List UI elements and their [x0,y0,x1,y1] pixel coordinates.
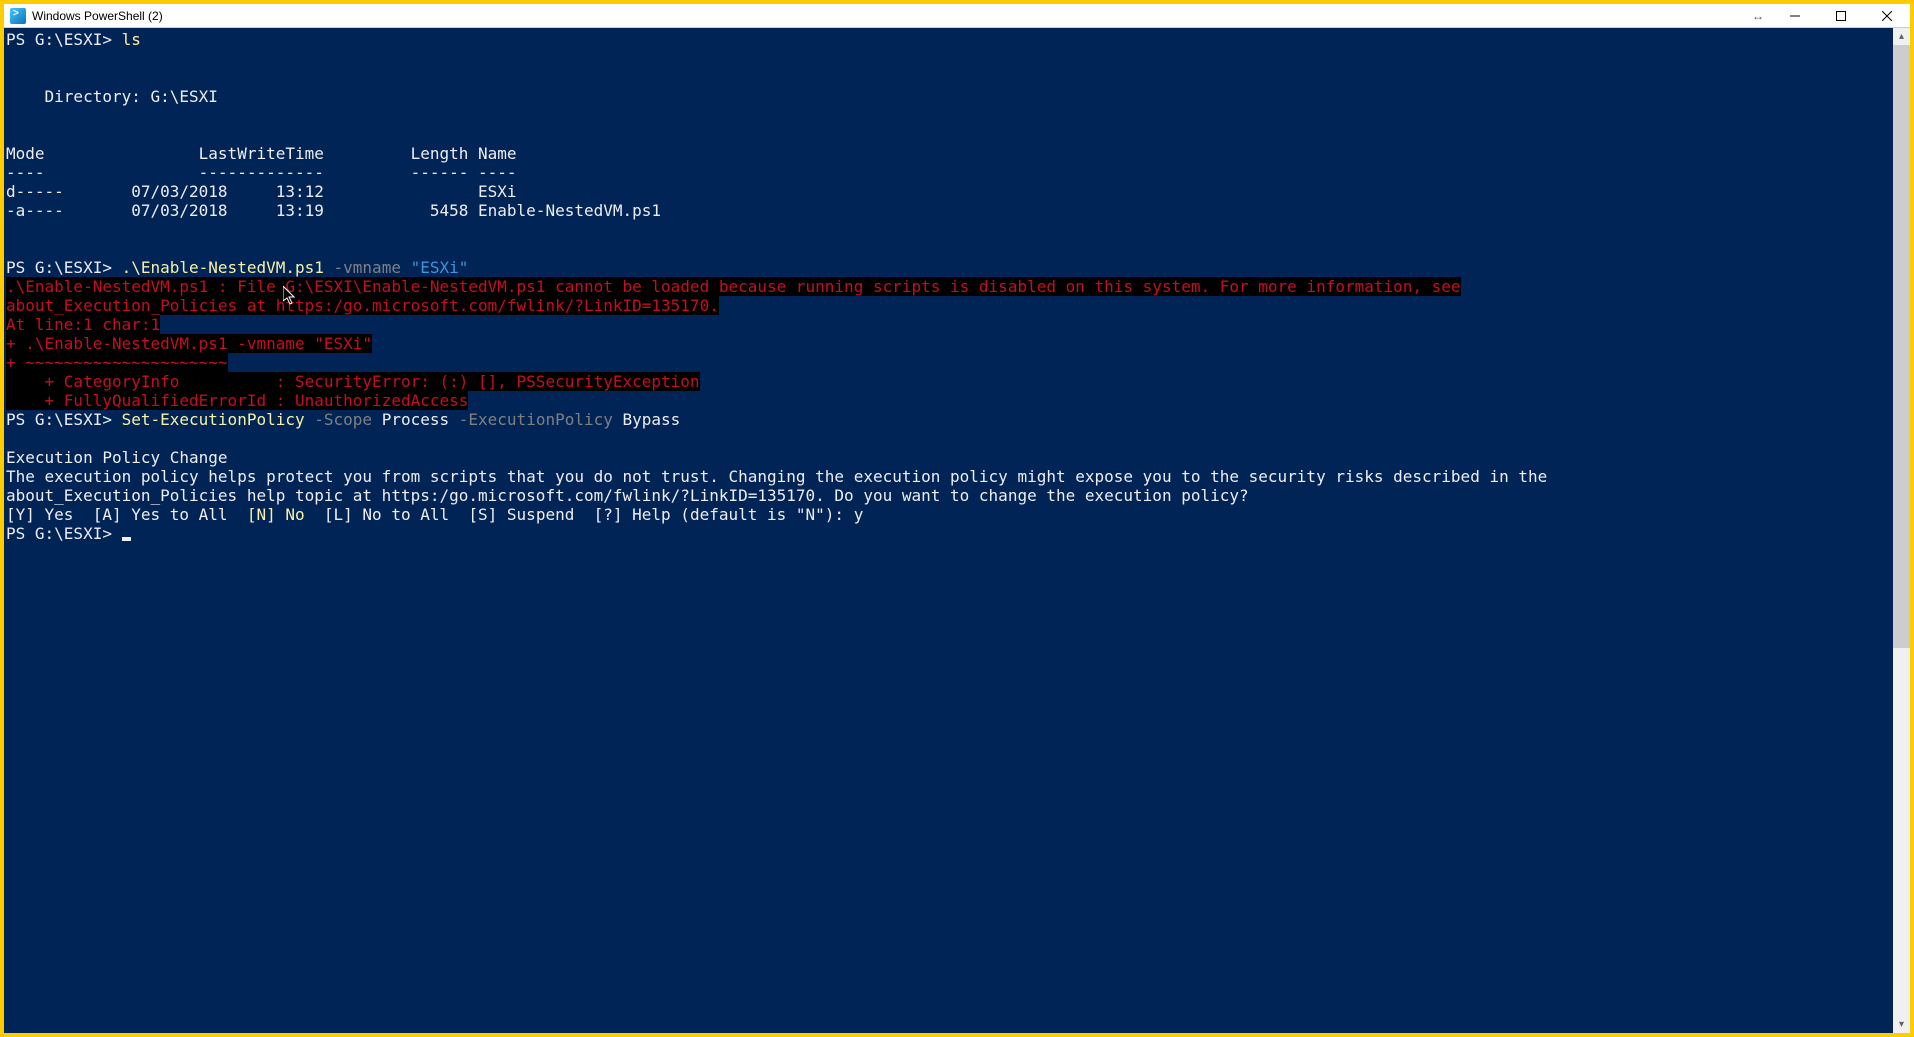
window-controls [1772,4,1910,27]
param-name: -vmname [324,258,411,277]
param-value: Bypass [623,410,681,429]
cmd-ls: ls [122,30,141,49]
option-no-default: [N] No [247,505,305,524]
error-line: At line:1 char:1 [6,315,160,334]
error-line: + FullyQualifiedErrorId : UnauthorizedAc… [6,391,468,410]
policy-text: about_Execution_Policies help topic at h… [6,486,1249,505]
window-title: Windows PowerShell (2) [32,9,1752,23]
scrollbar[interactable]: ▴ ▾ [1893,28,1910,1033]
table-row: d----- 07/03/2018 13:12 ESXi [6,182,517,201]
prompt: PS G:\ESXI> [6,524,122,543]
cmd-setpolicy: Set-ExecutionPolicy [122,410,305,429]
scrollbar-up-arrow[interactable]: ▴ [1893,28,1910,45]
powershell-icon [10,8,26,24]
maximize-button[interactable] [1818,4,1864,28]
cmd-script: .\Enable-NestedVM.ps1 [122,258,324,277]
param-value: "ESXi" [411,258,469,277]
table-header-sep: ---- ------------- ------ ---- [6,163,517,182]
minimize-button[interactable] [1772,4,1818,28]
error-line: .\Enable-NestedVM.ps1 : File G:\ESXI\Ena… [6,277,1461,296]
titlebar[interactable]: Windows PowerShell (2) ↔ [4,4,1910,28]
scrollbar-thumb[interactable] [1893,45,1910,648]
terminal-output[interactable]: PS G:\ESXI> ls Directory: G:\ESXI Mode L… [4,28,1893,1033]
prompt: PS G:\ESXI> [6,410,122,429]
param-value: Process [382,410,449,429]
error-line: + ~~~~~~~~~~~~~~~~~~~~~ [6,353,228,372]
policy-heading: Execution Policy Change [6,448,228,467]
error-line: + CategoryInfo : SecurityError: (:) [], … [6,372,700,391]
window-frame: Windows PowerShell (2) ↔ PS G:\ESXI> ls … [0,0,1914,1037]
cursor [122,537,131,541]
prompt: PS G:\ESXI> [6,30,122,49]
option-yes: [Y] Yes [A] Yes to All [6,505,247,524]
prompt: PS G:\ESXI> [6,258,122,277]
param-name: -Scope [305,410,382,429]
table-header: Mode LastWriteTime Length Name [6,144,517,163]
policy-text: The execution policy helps protect you f… [6,467,1547,486]
error-line: about_Execution_Policies at https:/go.mi… [6,296,719,315]
param-name: -ExecutionPolicy [449,410,622,429]
terminal[interactable]: PS G:\ESXI> ls Directory: G:\ESXI Mode L… [4,28,1910,1033]
directory-line: Directory: G:\ESXI [6,87,218,106]
close-button[interactable] [1864,4,1910,28]
resize-icon: ↔ [1752,9,1766,23]
error-line: + .\Enable-NestedVM.ps1 -vmname "ESXi" [6,334,372,353]
table-row: -a---- 07/03/2018 13:19 5458 Enable-Nest… [6,201,661,220]
scrollbar-down-arrow[interactable]: ▾ [1893,1016,1910,1033]
option-rest: [L] No to All [S] Suspend [?] Help (defa… [305,505,864,524]
